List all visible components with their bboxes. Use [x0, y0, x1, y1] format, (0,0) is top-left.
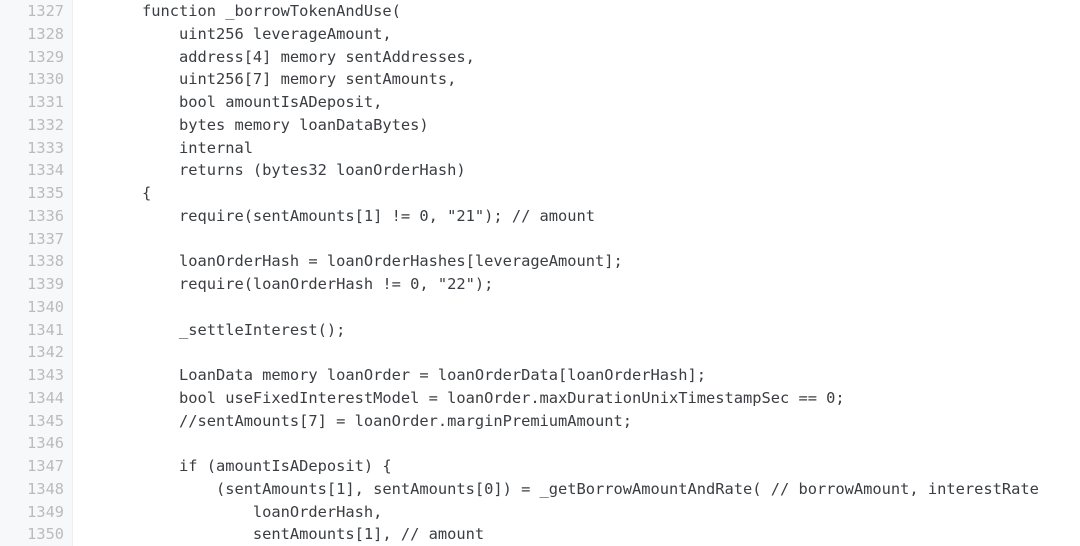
- code-text[interactable]: require(loanOrderHash != 0, "22");: [105, 273, 493, 296]
- code-line[interactable]: 1328 uint256 leverageAmount,: [0, 23, 1080, 46]
- code-line[interactable]: 1327 function _borrowTokenAndUse(: [0, 0, 1080, 23]
- code-line[interactable]: 1333 internal: [0, 137, 1080, 160]
- code-line[interactable]: 1342: [0, 341, 1080, 364]
- code-line[interactable]: 1337: [0, 228, 1080, 251]
- code-line[interactable]: 1332 bytes memory loanDataBytes): [0, 114, 1080, 137]
- code-text[interactable]: {: [105, 182, 151, 205]
- line-number[interactable]: 1343: [0, 364, 64, 387]
- line-number[interactable]: 1333: [0, 137, 64, 160]
- code-text[interactable]: LoanData memory loanOrder = loanOrderDat…: [105, 364, 706, 387]
- line-number[interactable]: 1334: [0, 159, 64, 182]
- line-number[interactable]: 1330: [0, 68, 64, 91]
- line-number[interactable]: 1327: [0, 0, 64, 23]
- code-line[interactable]: 1335 {: [0, 182, 1080, 205]
- code-text[interactable]: (sentAmounts[1], sentAmounts[0]) = _getB…: [105, 478, 1039, 501]
- code-line[interactable]: 1347 if (amountIsADeposit) {: [0, 455, 1080, 478]
- line-number[interactable]: 1347: [0, 455, 64, 478]
- code-text[interactable]: _settleInterest();: [105, 319, 345, 342]
- code-text[interactable]: loanOrderHash = loanOrderHashes[leverage…: [105, 250, 623, 273]
- line-number[interactable]: 1342: [0, 341, 64, 364]
- line-number[interactable]: 1350: [0, 523, 64, 546]
- code-line[interactable]: 1343 LoanData memory loanOrder = loanOrd…: [0, 364, 1080, 387]
- code-line[interactable]: 1334 returns (bytes32 loanOrderHash): [0, 159, 1080, 182]
- code-text[interactable]: bool amountIsADeposit,: [105, 91, 382, 114]
- line-number[interactable]: 1329: [0, 46, 64, 69]
- code-line[interactable]: 1345 //sentAmounts[7] = loanOrder.margin…: [0, 410, 1080, 433]
- code-line[interactable]: 1340: [0, 296, 1080, 319]
- code-line[interactable]: 1331 bool amountIsADeposit,: [0, 91, 1080, 114]
- line-number[interactable]: 1348: [0, 478, 64, 501]
- code-line[interactable]: 1339 require(loanOrderHash != 0, "22");: [0, 273, 1080, 296]
- code-text[interactable]: uint256[7] memory sentAmounts,: [105, 68, 456, 91]
- line-number[interactable]: 1340: [0, 296, 64, 319]
- code-line[interactable]: 1330 uint256[7] memory sentAmounts,: [0, 68, 1080, 91]
- line-number[interactable]: 1339: [0, 273, 64, 296]
- code-text[interactable]: require(sentAmounts[1] != 0, "21"); // a…: [105, 205, 595, 228]
- code-line[interactable]: 1346: [0, 432, 1080, 455]
- code-line[interactable]: 1349 loanOrderHash,: [0, 501, 1080, 524]
- line-number[interactable]: 1345: [0, 410, 64, 433]
- line-number[interactable]: 1332: [0, 114, 64, 137]
- code-text[interactable]: bool useFixedInterestModel = loanOrder.m…: [105, 387, 845, 410]
- code-line-list[interactable]: 1327 function _borrowTokenAndUse(1328 ui…: [0, 0, 1080, 546]
- line-number[interactable]: 1344: [0, 387, 64, 410]
- code-text[interactable]: //sentAmounts[7] = loanOrder.marginPremi…: [105, 410, 632, 433]
- code-text[interactable]: address[4] memory sentAddresses,: [105, 46, 475, 69]
- code-line[interactable]: 1344 bool useFixedInterestModel = loanOr…: [0, 387, 1080, 410]
- code-text[interactable]: sentAmounts[1], // amount: [105, 523, 484, 546]
- code-line[interactable]: 1338 loanOrderHash = loanOrderHashes[lev…: [0, 250, 1080, 273]
- code-text[interactable]: internal: [105, 137, 253, 160]
- code-line[interactable]: 1350 sentAmounts[1], // amount: [0, 523, 1080, 546]
- code-text[interactable]: returns (bytes32 loanOrderHash): [105, 159, 466, 182]
- code-text[interactable]: loanOrderHash,: [105, 501, 382, 524]
- line-number[interactable]: 1337: [0, 228, 64, 251]
- line-number[interactable]: 1346: [0, 432, 64, 455]
- code-text[interactable]: if (amountIsADeposit) {: [105, 455, 392, 478]
- line-number[interactable]: 1328: [0, 23, 64, 46]
- line-number[interactable]: 1338: [0, 250, 64, 273]
- code-line[interactable]: 1336 require(sentAmounts[1] != 0, "21");…: [0, 205, 1080, 228]
- code-line[interactable]: 1341 _settleInterest();: [0, 319, 1080, 342]
- code-line[interactable]: 1329 address[4] memory sentAddresses,: [0, 46, 1080, 69]
- line-number[interactable]: 1335: [0, 182, 64, 205]
- line-number[interactable]: 1341: [0, 319, 64, 342]
- code-text[interactable]: function _borrowTokenAndUse(: [105, 0, 401, 23]
- line-number[interactable]: 1336: [0, 205, 64, 228]
- line-number[interactable]: 1331: [0, 91, 64, 114]
- code-viewer: 1327 function _borrowTokenAndUse(1328 ui…: [0, 0, 1080, 546]
- line-number[interactable]: 1349: [0, 501, 64, 524]
- code-text[interactable]: bytes memory loanDataBytes): [105, 114, 429, 137]
- code-text[interactable]: uint256 leverageAmount,: [105, 23, 392, 46]
- code-line[interactable]: 1348 (sentAmounts[1], sentAmounts[0]) = …: [0, 478, 1080, 501]
